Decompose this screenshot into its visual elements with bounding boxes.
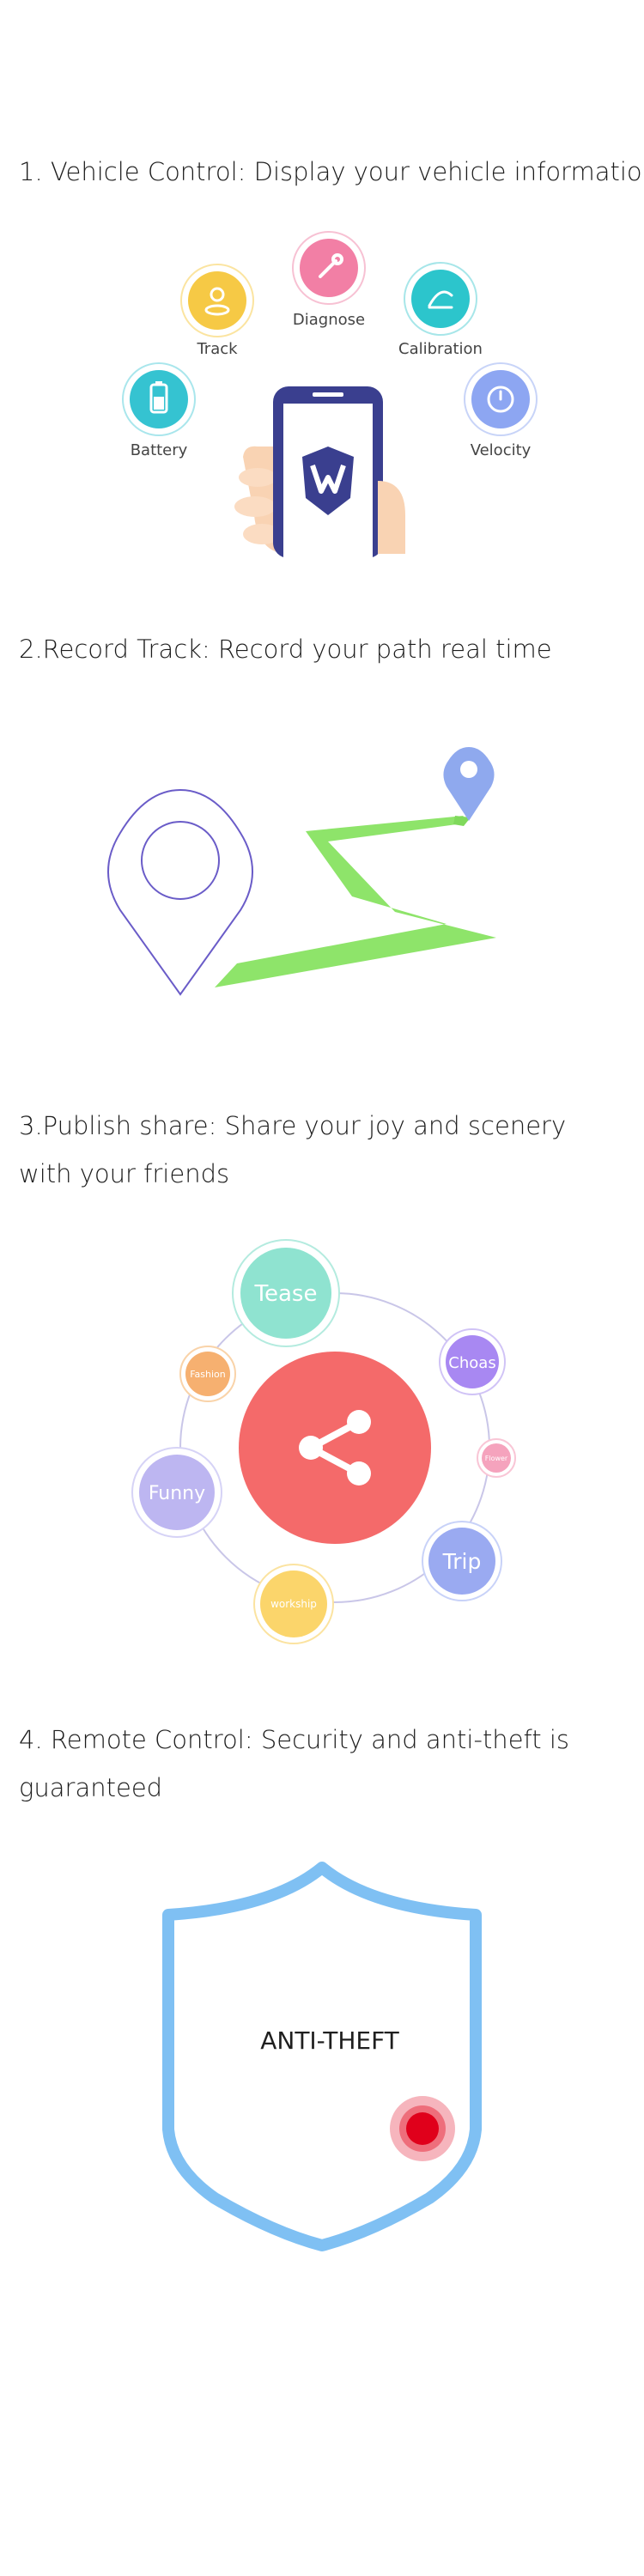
calibration-label: Calibration <box>398 340 483 358</box>
diagnose-label: Diagnose <box>293 311 365 329</box>
record-track-illustration <box>107 747 496 996</box>
alarm-indicator[interactable] <box>390 2096 455 2161</box>
section-4-heading-line-2: guaranteed <box>19 1773 163 1802</box>
diagnose-feature[interactable]: Diagnose <box>292 231 366 329</box>
phone-in-hand-illustration <box>234 386 405 558</box>
destination-pin-icon <box>443 747 495 821</box>
vehicle-control-illustration: Diagnose Track Calibration Battery Veloc… <box>122 231 538 558</box>
share-center-button[interactable] <box>239 1352 431 1544</box>
choas-label: Choas <box>448 1354 495 1372</box>
trip-label: Trip <box>442 1549 482 1574</box>
tease-bubble[interactable]: Tease <box>232 1239 340 1347</box>
funny-bubble[interactable]: Funny <box>131 1447 222 1538</box>
shield-icon <box>162 1862 482 2251</box>
track-label: Track <box>196 340 238 358</box>
workship-bubble[interactable]: workship <box>253 1564 334 1644</box>
velocity-label: Velocity <box>471 441 532 459</box>
section-4-heading-line-1: 4. Remote Control: Security and anti-the… <box>19 1725 569 1754</box>
section-2-heading: 2.Record Track: Record your path real ti… <box>19 635 552 664</box>
track-feature[interactable]: Track <box>180 264 254 358</box>
section-3-heading-line-2: with your friends <box>19 1159 230 1188</box>
fashion-bubble[interactable]: Fashion <box>179 1346 236 1402</box>
fashion-label: Fashion <box>190 1369 226 1380</box>
section-3-heading-line-1: 3.Publish share: Share your joy and scen… <box>19 1111 567 1140</box>
battery-label: Battery <box>131 441 188 459</box>
anti-theft-label: ANTI-THEFT <box>260 2026 399 2055</box>
remote-control-illustration: ANTI-THEFT <box>162 1862 482 2251</box>
publish-share-illustration: Tease Choas Fashion Flower Funny Trip wo… <box>131 1239 516 1644</box>
choas-bubble[interactable]: Choas <box>439 1328 506 1395</box>
route-path <box>215 816 496 987</box>
flower-bubble[interactable]: Flower <box>477 1438 516 1478</box>
funny-label: Funny <box>149 1483 205 1504</box>
workship-label: workship <box>270 1598 317 1610</box>
outline-location-pin-icon <box>107 788 253 996</box>
trip-bubble[interactable]: Trip <box>422 1521 502 1601</box>
battery-feature[interactable]: Battery <box>122 362 196 459</box>
flower-label: Flower <box>485 1455 508 1462</box>
velocity-feature[interactable]: Velocity <box>464 362 538 459</box>
tease-label: Tease <box>254 1281 318 1307</box>
calibration-feature[interactable]: Calibration <box>398 262 483 358</box>
